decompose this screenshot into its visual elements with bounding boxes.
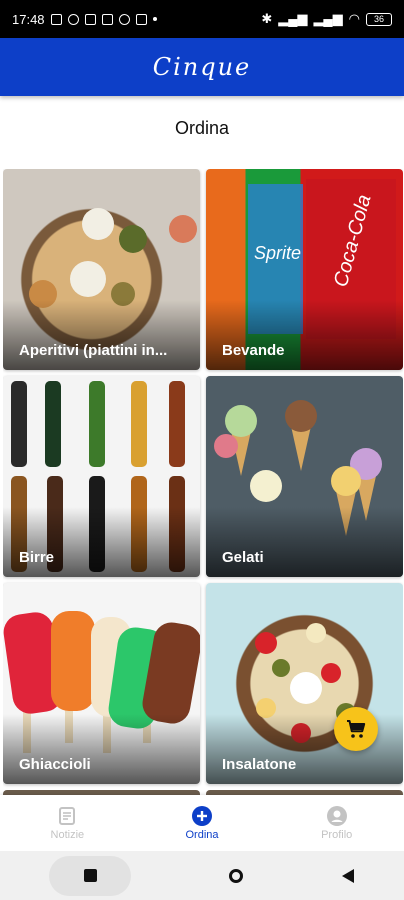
account-icon bbox=[326, 805, 347, 826]
category-tile-gelati[interactable]: Gelati bbox=[206, 376, 403, 577]
signal-icon: ▂▄▆ bbox=[278, 11, 308, 26]
cart-button[interactable] bbox=[334, 707, 378, 751]
alarm-icon bbox=[67, 13, 79, 25]
news-app-icon bbox=[84, 13, 96, 25]
category-tile-insalatone[interactable]: Insalatone bbox=[206, 583, 403, 784]
nav-notizie[interactable]: Notizie bbox=[0, 795, 135, 851]
category-label: Insalatone bbox=[222, 756, 297, 773]
linkedin-icon bbox=[101, 13, 113, 25]
nav-label: Profilo bbox=[321, 828, 353, 841]
recents-icon bbox=[83, 869, 97, 882]
category-label: Birre bbox=[19, 549, 55, 566]
nav-ordina[interactable]: Ordina bbox=[135, 795, 270, 851]
app-header: Cinque bbox=[0, 38, 404, 96]
tile-shade bbox=[3, 507, 200, 577]
nav-profilo[interactable]: Profilo bbox=[269, 795, 404, 851]
category-tile-birre[interactable]: Birre bbox=[3, 376, 200, 577]
status-right: ✱ ▂▄▆ ▂▄▆ ◠ 36 bbox=[261, 11, 392, 27]
category-tile-aperitivi[interactable]: Aperitivi (piattini in... bbox=[3, 169, 200, 370]
category-tile-bevande[interactable]: Coca-Cola Sprite Bevande bbox=[206, 169, 403, 370]
page-title: Ordina bbox=[174, 118, 230, 138]
tile-shade bbox=[3, 300, 200, 370]
app-logo: Cinque bbox=[152, 53, 252, 81]
battery-level: 36 bbox=[373, 14, 384, 24]
svg-text:Sprite: Sprite bbox=[254, 243, 301, 263]
back-button[interactable] bbox=[341, 856, 355, 896]
signal-2-icon: ▂▄▆ bbox=[313, 11, 343, 26]
tile-shade bbox=[206, 300, 403, 370]
nav-label: Ordina bbox=[185, 828, 219, 841]
category-label: Aperitivi (piattini in... bbox=[19, 342, 168, 359]
category-label: Ghiaccioli bbox=[19, 756, 91, 773]
tile-shade bbox=[3, 714, 200, 784]
mute-icon bbox=[50, 13, 62, 25]
home-button[interactable] bbox=[229, 856, 243, 896]
battery-icon: 36 bbox=[366, 12, 392, 26]
category-label: Gelati bbox=[222, 549, 264, 566]
more-notifications-icon bbox=[152, 17, 157, 21]
category-grid: Aperitivi (piattini in... Coca-Cola Spri… bbox=[3, 169, 403, 795]
news-icon bbox=[57, 806, 77, 826]
nav-label: Notizie bbox=[50, 828, 85, 841]
messenger-icon bbox=[118, 13, 130, 25]
back-icon bbox=[342, 868, 354, 883]
status-bar: 17:48 ✱ ▂▄▆ ▂▄▆ ◠ 36 bbox=[0, 0, 404, 38]
system-nav-bar bbox=[0, 851, 404, 900]
recents-button[interactable] bbox=[49, 855, 131, 896]
wifi-icon: ◠ bbox=[348, 11, 360, 26]
category-label: Bevande bbox=[222, 342, 285, 359]
home-icon bbox=[229, 868, 243, 883]
bluetooth-icon: ✱ bbox=[261, 11, 273, 26]
category-tile-ghiaccioli[interactable]: Ghiaccioli bbox=[3, 583, 200, 784]
tile-shade bbox=[206, 507, 403, 577]
status-time: 17:48 bbox=[12, 11, 45, 27]
add-circle-icon bbox=[192, 805, 212, 826]
cart-icon bbox=[347, 720, 366, 738]
status-left: 17:48 bbox=[12, 12, 157, 27]
download-icon bbox=[135, 13, 147, 25]
bottom-nav: Notizie Ordina Profilo bbox=[0, 795, 404, 851]
